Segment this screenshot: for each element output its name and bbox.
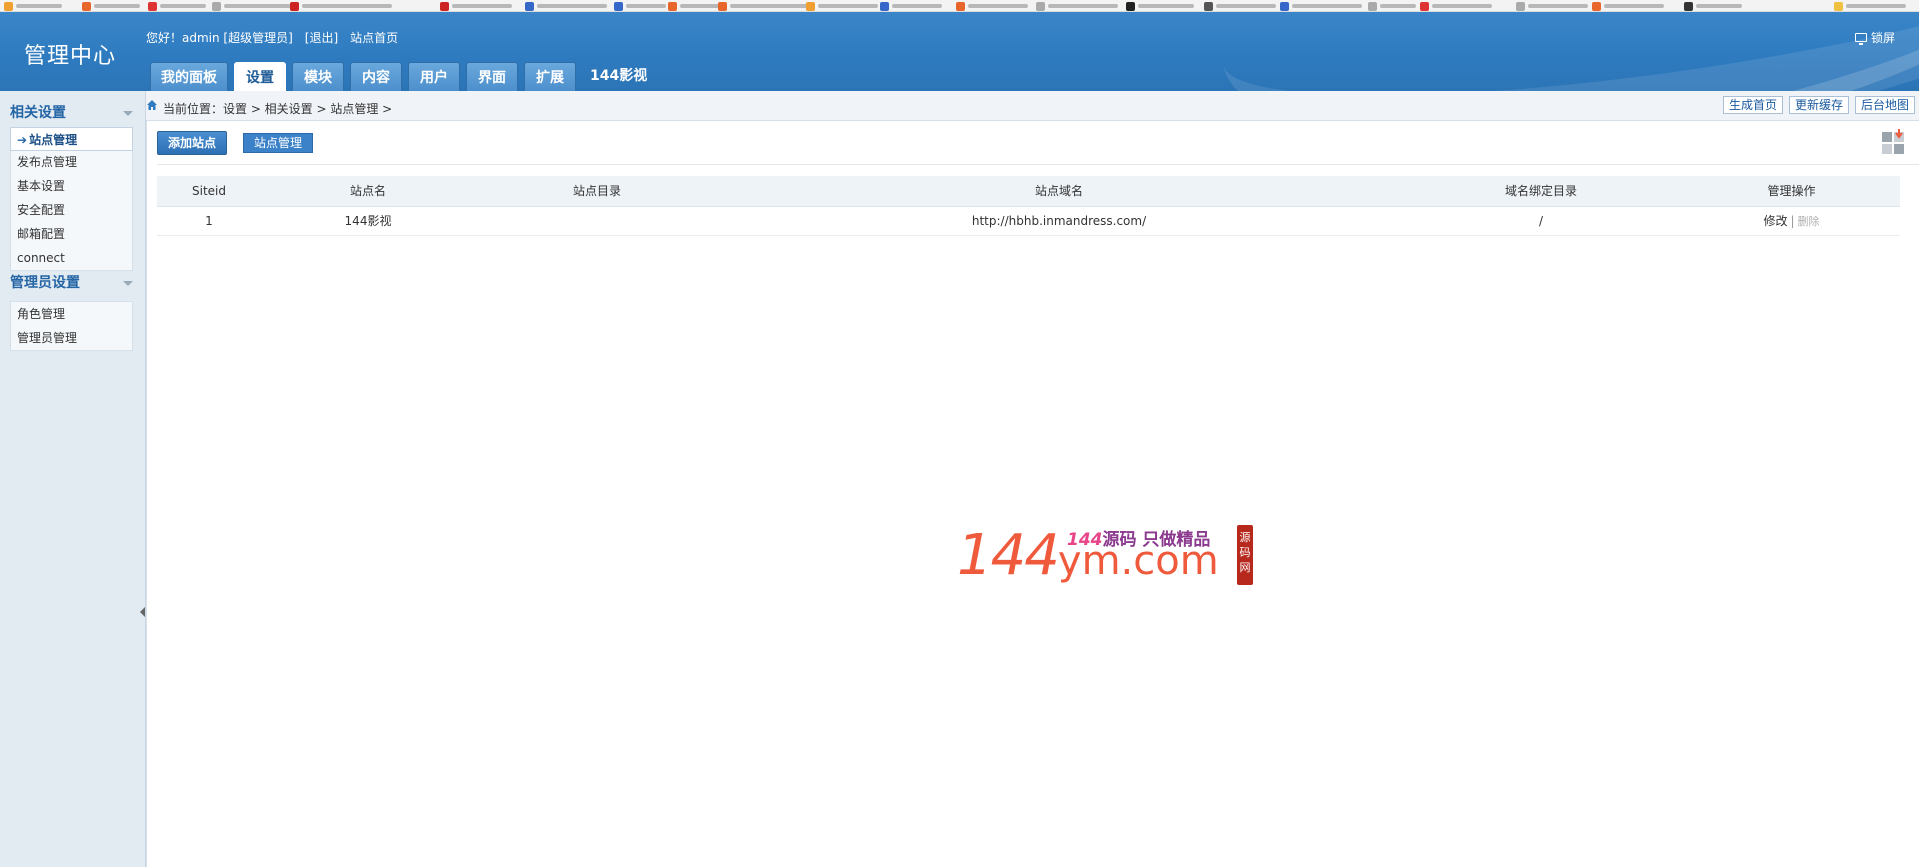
sidebar-item-security[interactable]: 安全配置: [11, 198, 132, 222]
sidebar-list: ➔ 站点管理 发布点管理 基本设置 安全配置 邮箱配置 connect: [10, 127, 133, 271]
tab-interface[interactable]: 界面: [466, 62, 518, 91]
bookmark[interactable]: [956, 1, 1028, 11]
cell-site-domain: http://hbhb.inmandress.com/: [719, 206, 1399, 236]
breadcrumb-bar: 当前位置：设置 > 相关设置 > 站点管理 > 生成首页 更新缓存 后台地图: [146, 91, 1919, 121]
table-row: 1 144影视 http://hbhb.inmandress.com/ / 修改…: [157, 206, 1900, 236]
watermark-logo: 144ym.com 144源码 只做精品 源码网: [957, 521, 1257, 591]
tab-my-panel[interactable]: 我的面板: [150, 62, 228, 91]
bookmark[interactable]: [1280, 1, 1362, 11]
breadcrumb: 当前位置：设置 > 相关设置 > 站点管理 >: [163, 102, 393, 116]
bookmark[interactable]: [1036, 1, 1118, 11]
divider: [157, 164, 1919, 165]
tab-extensions[interactable]: 扩展: [524, 62, 576, 91]
sidebar-group-title: 相关设置: [10, 105, 66, 121]
tab-content[interactable]: 内容: [350, 62, 402, 91]
bookmark[interactable]: [82, 1, 140, 11]
bookmark[interactable]: [718, 1, 810, 11]
sidebar-list: 角色管理 管理员管理: [10, 301, 133, 351]
app-logo: 管理中心: [24, 44, 117, 69]
browser-bookmarks-bar: [0, 0, 1919, 12]
watermark-seal: 源码网: [1237, 525, 1253, 585]
cell-site-name: 144影视: [261, 206, 475, 236]
sidebar-item-mail[interactable]: 邮箱配置: [11, 222, 132, 246]
bookmark[interactable]: [440, 1, 512, 11]
bookmark[interactable]: [1592, 1, 1664, 11]
bookmark[interactable]: [1204, 1, 1276, 11]
site-manage-button[interactable]: 站点管理: [243, 133, 314, 153]
cell-bind-dir: /: [1399, 206, 1683, 236]
sidebar-item-basic-settings[interactable]: 基本设置: [11, 174, 132, 198]
generate-homepage-button[interactable]: 生成首页: [1722, 96, 1783, 114]
watermark-number: 144: [957, 523, 1060, 588]
bookmark[interactable]: [1684, 1, 1742, 11]
bookmark[interactable]: [1420, 1, 1492, 11]
bookmark[interactable]: [1126, 1, 1194, 11]
site-home-link[interactable]: 站点首页: [350, 29, 398, 46]
quick-links: 生成首页 更新缓存 后台地图: [1722, 96, 1915, 114]
sidebar-group-related-settings[interactable]: 相关设置: [0, 101, 145, 125]
current-site-label: 144影视: [590, 68, 648, 84]
bookmark[interactable]: [668, 1, 720, 11]
column-header: 管理操作: [1683, 176, 1900, 207]
main-content: 添加站点 站点管理 Siteid 站点名 站点目录 站点域名 域名绑定目录 管理…: [146, 121, 1919, 867]
bookmark[interactable]: [290, 1, 392, 11]
column-header: 站点目录: [475, 176, 719, 207]
cell-actions: 修改 | 删除: [1683, 206, 1900, 236]
site-table: Siteid 站点名 站点目录 站点域名 域名绑定目录 管理操作 1 144影视…: [157, 176, 1900, 236]
admin-map-button[interactable]: 后台地图: [1854, 96, 1915, 114]
bookmark[interactable]: [148, 1, 206, 11]
chevron-down-icon: [123, 281, 133, 286]
tab-settings[interactable]: 设置: [234, 62, 286, 91]
watermark-slogan-text: 源码 只做精品: [1102, 530, 1211, 550]
watermark-slogan-number: 144: [1067, 530, 1103, 550]
sidebar-item-admins[interactable]: 管理员管理: [11, 326, 132, 350]
delete-link-disabled: 删除: [1797, 215, 1820, 228]
sidebar-item-label: 站点管理: [29, 133, 78, 147]
bookmark[interactable]: [1368, 1, 1416, 11]
column-header: 域名绑定目录: [1399, 176, 1683, 207]
sidebar-item-roles[interactable]: 角色管理: [11, 302, 132, 326]
home-icon: [146, 99, 158, 111]
tab-modules[interactable]: 模块: [292, 62, 344, 91]
bookmark[interactable]: [4, 1, 62, 11]
column-header: 站点域名: [719, 176, 1399, 207]
cell-site-dir: [475, 206, 719, 236]
arrow-right-icon: ➔: [17, 133, 28, 147]
sub-toolbar: 添加站点 站点管理: [157, 131, 314, 155]
bookmark[interactable]: [614, 1, 666, 11]
column-header: 站点名: [261, 176, 475, 207]
bookmark[interactable]: [1834, 1, 1906, 11]
bookmark[interactable]: [525, 1, 607, 11]
update-cache-button[interactable]: 更新缓存: [1788, 96, 1849, 114]
welcome-bar: 您好！admin [超级管理员] [退出] 站点首页: [146, 29, 398, 46]
separator: |: [1790, 214, 1795, 228]
sidebar-collapse-handle[interactable]: [140, 607, 145, 617]
bookmark[interactable]: [212, 1, 294, 11]
bookmark[interactable]: [806, 1, 878, 11]
sidebar-item-publish-points[interactable]: 发布点管理: [11, 150, 132, 174]
add-site-button[interactable]: 添加站点: [157, 131, 228, 155]
sidebar-group-admin-settings[interactable]: 管理员设置: [0, 271, 145, 295]
bookmark[interactable]: [1516, 1, 1588, 11]
app-header: 管理中心 您好！admin [超级管理员] [退出] 站点首页 锁屏 我的面板 …: [0, 12, 1919, 91]
lock-screen-label: 锁屏: [1870, 31, 1895, 45]
sidebar-item-connect[interactable]: connect: [11, 246, 132, 270]
welcome-text: 您好！admin [超级管理员]: [146, 31, 293, 45]
watermark-slogan: 144源码 只做精品: [1067, 525, 1210, 550]
chevron-down-icon: [123, 111, 133, 116]
tab-users[interactable]: 用户: [408, 62, 460, 91]
sidebar-group-title: 管理员设置: [10, 275, 80, 291]
cell-siteid: 1: [157, 206, 261, 236]
column-header: Siteid: [157, 176, 261, 207]
monitor-icon: [1854, 33, 1867, 45]
lock-screen-button[interactable]: 锁屏: [1854, 29, 1895, 46]
main-nav: 我的面板 设置 模块 内容 用户 界面 扩展 144影视: [150, 62, 647, 91]
logout-link[interactable]: [退出]: [305, 29, 338, 46]
bookmark[interactable]: [880, 1, 942, 11]
edit-link[interactable]: 修改: [1763, 214, 1787, 228]
table-header-row: Siteid 站点名 站点目录 站点域名 域名绑定目录 管理操作: [157, 176, 1900, 207]
sidebar: 相关设置 ➔ 站点管理 发布点管理 基本设置 安全配置 邮箱配置 connect …: [0, 91, 146, 867]
layout-toggle-icon[interactable]: [1881, 129, 1907, 155]
sidebar-item-site-manage[interactable]: ➔ 站点管理: [10, 127, 133, 151]
